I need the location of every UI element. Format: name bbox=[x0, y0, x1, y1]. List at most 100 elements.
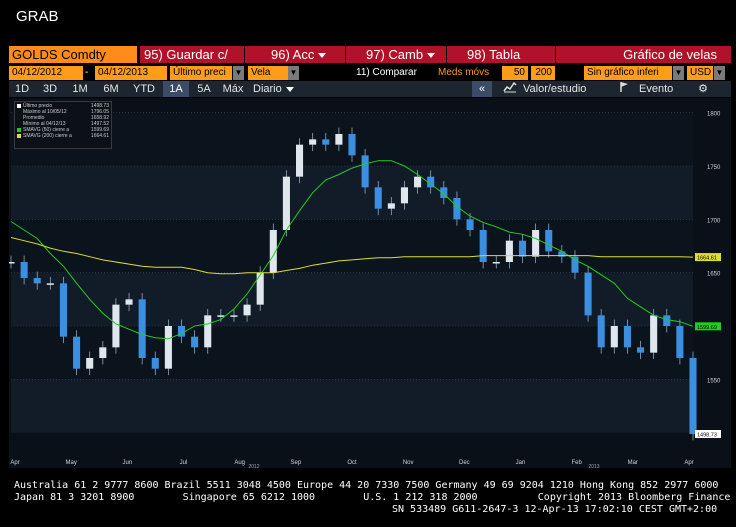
period-6m[interactable]: 6M bbox=[96, 81, 126, 97]
chart-name-label: Gráfico de velas bbox=[623, 47, 717, 62]
legend-value: 1664.61 bbox=[90, 133, 109, 139]
date-range-dash: - bbox=[85, 67, 89, 78]
frequency-select[interactable]: Diario bbox=[249, 81, 299, 97]
candle-body bbox=[164, 326, 172, 369]
candle-body bbox=[361, 155, 369, 188]
x-tick-label: Oct bbox=[347, 460, 357, 466]
candle-body bbox=[46, 283, 54, 285]
compare-button[interactable]: 11) Comparar bbox=[356, 66, 424, 80]
start-date-input[interactable]: 04/12/2012 bbox=[9, 66, 83, 80]
table-menu-button[interactable]: 98) Tabla bbox=[447, 46, 555, 63]
period-max[interactable]: Máx bbox=[219, 81, 247, 97]
period-1m[interactable]: 1M bbox=[65, 81, 95, 97]
candle-body bbox=[86, 358, 94, 369]
legend-swatch bbox=[17, 133, 21, 138]
candle-body bbox=[125, 299, 133, 305]
currency-select[interactable]: USD bbox=[687, 66, 713, 80]
x-tick-label: Sep bbox=[290, 460, 301, 466]
save-label: 95) Guardar c/ bbox=[144, 47, 228, 62]
candle-body bbox=[374, 187, 382, 209]
period-1a[interactable]: 1A bbox=[163, 81, 189, 97]
chevron-down-icon bbox=[427, 53, 436, 59]
candle-body bbox=[256, 272, 264, 305]
candle-body bbox=[689, 358, 697, 435]
candle-body bbox=[414, 176, 422, 188]
candle-body bbox=[138, 299, 146, 358]
chart-style-select[interactable]: Vela bbox=[248, 66, 288, 80]
candle-body bbox=[532, 230, 540, 257]
chart-style-dropdown-icon[interactable]: ▼ bbox=[288, 66, 299, 80]
chart-options-select[interactable]: Sin gráfico inferi bbox=[584, 66, 672, 80]
candle-body bbox=[518, 240, 527, 257]
x-year-label: 2013 bbox=[588, 464, 599, 468]
legend-swatch bbox=[17, 122, 21, 126]
currency-dropdown-icon[interactable]: ▼ bbox=[714, 66, 725, 80]
security-field[interactable]: GOLDS Comdty bbox=[9, 46, 137, 63]
candle-body bbox=[309, 139, 317, 145]
candle-body bbox=[610, 326, 618, 348]
candle-body bbox=[663, 315, 671, 326]
footer-contacts-line1: Australia 61 2 9777 8600 Brazil 5511 304… bbox=[14, 480, 719, 491]
save-menu-button[interactable]: 95) Guardar c/ bbox=[140, 46, 244, 63]
x-tick-label: Dec bbox=[459, 460, 470, 466]
candle-body bbox=[348, 134, 356, 156]
y-tick-label: 1550 bbox=[707, 378, 721, 384]
last-price-badge-text: 1498.73 bbox=[697, 433, 717, 439]
sma50-badge-text: 1599.69 bbox=[697, 325, 717, 331]
price-chart[interactable]: 180017501700165016001550AprMayJunJulAugS… bbox=[7, 98, 731, 470]
legend-label: SMAVG (200) cierre a bbox=[23, 133, 72, 139]
x-year-label: 2012 bbox=[248, 464, 259, 468]
chart-band bbox=[11, 219, 693, 273]
collapse-button[interactable]: « bbox=[472, 81, 492, 97]
candle-body bbox=[177, 326, 186, 337]
candle-body bbox=[650, 315, 658, 353]
gear-icon[interactable]: ⚙ bbox=[693, 81, 713, 97]
chart-name-field[interactable]: Gráfico de velas bbox=[556, 46, 731, 63]
y-tick-label: 1750 bbox=[707, 165, 721, 171]
price-field-dropdown-icon[interactable]: ▼ bbox=[233, 66, 244, 80]
candle-body bbox=[295, 144, 304, 177]
x-tick-label: May bbox=[65, 460, 76, 466]
chart-band bbox=[11, 379, 693, 433]
candle-body bbox=[230, 315, 238, 317]
period-3d[interactable]: 3D bbox=[36, 81, 64, 97]
flag-icon[interactable] bbox=[617, 81, 631, 98]
period-1d[interactable]: 1D bbox=[9, 81, 35, 97]
candle-body bbox=[335, 134, 343, 145]
value-study-button[interactable]: Valor/estudio bbox=[523, 81, 611, 97]
x-tick-label: Feb bbox=[571, 460, 582, 466]
legend-swatch bbox=[17, 110, 21, 114]
chevron-down-icon bbox=[318, 53, 327, 59]
candle-body bbox=[492, 262, 500, 264]
legend-swatch bbox=[17, 103, 21, 108]
line-chart-icon[interactable] bbox=[501, 81, 519, 98]
y-tick-label: 1650 bbox=[707, 272, 721, 278]
chevron-down-icon bbox=[285, 86, 294, 92]
candle-body bbox=[571, 256, 579, 273]
candle-body bbox=[243, 304, 251, 316]
period-ytd[interactable]: YTD bbox=[127, 81, 161, 97]
actions-menu-button[interactable]: 96) Acc bbox=[245, 46, 345, 63]
candle-body bbox=[59, 283, 68, 337]
period-toolbar: 1D 3D 1M 6M YTD 1A 5A Máx Diario « Valor… bbox=[9, 81, 731, 97]
candle-body bbox=[545, 230, 553, 252]
candle-body bbox=[597, 315, 605, 348]
y-tick-label: 1700 bbox=[707, 218, 721, 224]
event-button[interactable]: Evento bbox=[639, 81, 685, 97]
ma-short-input[interactable]: 50 bbox=[502, 66, 528, 80]
x-tick-label: Apr bbox=[684, 460, 693, 466]
candle-body bbox=[191, 336, 199, 348]
end-date-input[interactable]: 04/12/2013 bbox=[95, 66, 167, 80]
period-5a[interactable]: 5A bbox=[190, 81, 218, 97]
price-field-select[interactable]: Último preci bbox=[170, 66, 232, 80]
chart-options-dropdown-icon[interactable]: ▼ bbox=[673, 66, 684, 80]
x-tick-label: Jul bbox=[180, 460, 188, 466]
y-tick-label: 1800 bbox=[707, 112, 721, 118]
change-menu-button[interactable]: 97) Camb bbox=[346, 46, 446, 63]
legend-item-sma200: SMAVG (200) cierre a 1664.61 bbox=[17, 133, 109, 139]
candle-body bbox=[322, 139, 330, 145]
sma200-badge-text: 1664.61 bbox=[697, 256, 717, 262]
legend-swatch bbox=[17, 116, 21, 120]
footer-contacts-line2: Japan 81 3 3201 8900 Singapore 65 6212 1… bbox=[14, 492, 736, 503]
ma-long-input[interactable]: 200 bbox=[531, 66, 555, 80]
